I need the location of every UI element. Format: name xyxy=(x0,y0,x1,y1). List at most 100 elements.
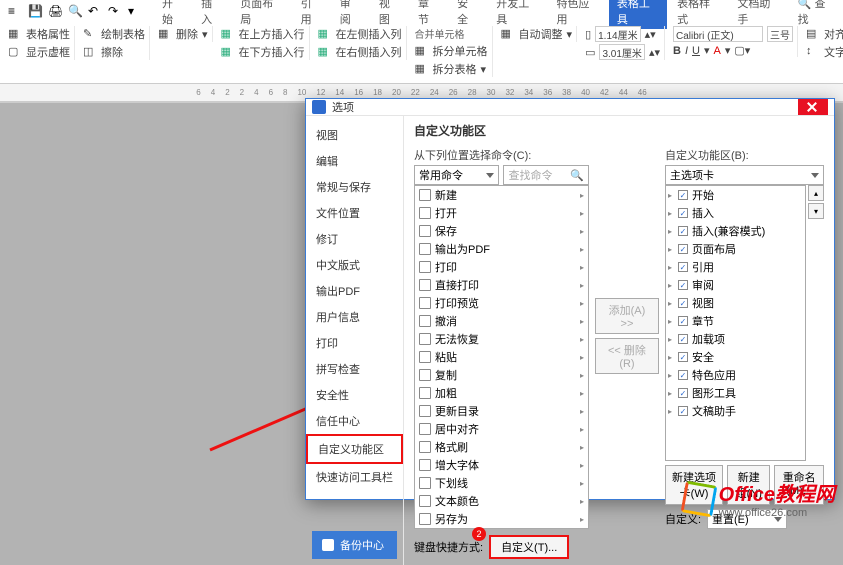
auto-fit[interactable]: ▦自动调整▾ xyxy=(501,26,573,42)
tree-item[interactable]: ✓引用 xyxy=(666,258,805,276)
nav-revise[interactable]: 修订 xyxy=(306,226,403,252)
command-item[interactable]: 下划线▸ xyxy=(415,474,588,492)
move-up-button[interactable]: ▴ xyxy=(808,185,824,201)
close-button[interactable] xyxy=(798,99,828,115)
insert-row-above[interactable]: ▦在上方插入行 xyxy=(221,26,305,42)
commands-list[interactable]: 新建▸打开▸保存▸输出为PDF▸打印▸直接打印▸打印预览▸撤消▸无法恢复▸粘贴▸… xyxy=(414,185,589,529)
print-icon[interactable]: 🖨 xyxy=(48,4,62,18)
tree-item[interactable]: ✓开始 xyxy=(666,186,805,204)
command-item[interactable]: 直接打印▸ xyxy=(415,276,588,294)
commands-category-select[interactable]: 常用命令 xyxy=(414,165,499,185)
size-select[interactable]: 三号 xyxy=(767,26,793,42)
checkbox[interactable]: ✓ xyxy=(678,244,688,254)
merge-cells[interactable]: 合并单元格 xyxy=(415,26,488,41)
underline-button[interactable]: U xyxy=(692,45,700,57)
show-gridlines[interactable]: ▢显示虚框 xyxy=(8,44,70,60)
checkbox[interactable]: ✓ xyxy=(678,208,688,218)
nav-customize-ribbon[interactable]: 自定义功能区 xyxy=(306,434,403,464)
command-item[interactable]: 加粗▸ xyxy=(415,384,588,402)
nav-cntype[interactable]: 中文版式 xyxy=(306,252,403,278)
command-item[interactable]: 保存▸ xyxy=(415,222,588,240)
command-item[interactable]: 居中对齐▸ xyxy=(415,420,588,438)
tree-item[interactable]: ✓图形工具 xyxy=(666,384,805,402)
checkbox[interactable]: ✓ xyxy=(678,226,688,236)
tab-chapter[interactable]: 章节 xyxy=(410,0,447,29)
preview-icon[interactable]: 🔍 xyxy=(68,4,82,18)
tree-item[interactable]: ✓安全 xyxy=(666,348,805,366)
backup-center[interactable]: 备份中心 xyxy=(312,531,397,559)
checkbox[interactable]: ✓ xyxy=(678,280,688,290)
command-item[interactable]: 输出为PDF▸ xyxy=(415,240,588,258)
move-down-button[interactable]: ▾ xyxy=(808,203,824,219)
col-width[interactable]: ▭ 3.01厘米 ▴▾ xyxy=(585,44,660,60)
command-item[interactable]: 另存为▸ xyxy=(415,510,588,528)
tree-item[interactable]: ✓加载项 xyxy=(666,330,805,348)
nav-outputpdf[interactable]: 输出PDF xyxy=(306,278,403,304)
split-table[interactable]: ▦拆分表格▾ xyxy=(415,61,488,77)
tree-item[interactable]: ✓插入(兼容模式) xyxy=(666,222,805,240)
bold-button[interactable]: B xyxy=(673,45,681,57)
nav-edit[interactable]: 编辑 xyxy=(306,148,403,174)
eraser[interactable]: ◫擦除 xyxy=(83,44,145,60)
tree-item[interactable]: ✓插入 xyxy=(666,204,805,222)
redo-icon[interactable]: ↷ xyxy=(108,4,122,18)
checkbox[interactable]: ✓ xyxy=(678,262,688,272)
nav-view[interactable]: 视图 xyxy=(306,122,403,148)
command-item[interactable]: 复制▸ xyxy=(415,366,588,384)
remove-button[interactable]: << 删除(R) xyxy=(595,338,659,374)
insert-row-below[interactable]: ▦在下方插入行 xyxy=(221,44,305,60)
command-item[interactable]: 打开▸ xyxy=(415,204,588,222)
tree-item[interactable]: ✓特色应用 xyxy=(666,366,805,384)
table-properties[interactable]: ▦表格属性 xyxy=(8,26,70,42)
checkbox[interactable]: ✓ xyxy=(678,388,688,398)
insert-col-right[interactable]: ▦在右侧插入列 xyxy=(318,44,402,60)
checkbox[interactable]: ✓ xyxy=(678,370,688,380)
tree-item[interactable]: ✓审阅 xyxy=(666,276,805,294)
add-button[interactable]: 添加(A) >> xyxy=(595,298,659,334)
delete-button[interactable]: ▦删除▾ xyxy=(158,26,208,42)
nav-filelocation[interactable]: 文件位置 xyxy=(306,200,403,226)
search-label[interactable]: 🔍 查找 xyxy=(790,0,843,29)
nav-spell[interactable]: 拼写检查 xyxy=(306,356,403,382)
tab-view[interactable]: 视图 xyxy=(371,0,408,29)
checkbox[interactable]: ✓ xyxy=(678,190,688,200)
checkbox[interactable]: ✓ xyxy=(678,406,688,416)
customize-shortcut-button[interactable]: 自定义(T)... xyxy=(489,535,569,559)
tab-helper[interactable]: 文档助手 xyxy=(729,0,787,29)
checkbox[interactable]: ✓ xyxy=(678,298,688,308)
tree-item[interactable]: ✓文稿助手 xyxy=(666,402,805,420)
nav-security[interactable]: 安全性 xyxy=(306,382,403,408)
split-cells[interactable]: ▦拆分单元格 xyxy=(415,43,488,59)
tab-special[interactable]: 特色应用 xyxy=(549,0,607,29)
checkbox[interactable]: ✓ xyxy=(678,334,688,344)
align-button[interactable]: ▤对齐方式▾ xyxy=(806,26,843,42)
command-item[interactable]: 打印▸ xyxy=(415,258,588,276)
tab-tablestyle[interactable]: 表格样式 xyxy=(669,0,727,29)
tree-item[interactable]: ✓视图 xyxy=(666,294,805,312)
command-item[interactable]: 粘贴▸ xyxy=(415,348,588,366)
command-item[interactable]: 文本颜色▸ xyxy=(415,492,588,510)
command-item[interactable]: 无法恢复▸ xyxy=(415,330,588,348)
insert-col-left[interactable]: ▦在左侧插入列 xyxy=(318,26,402,42)
highlight-button[interactable]: ▢▾ xyxy=(734,44,750,57)
tab-insert[interactable]: 插入 xyxy=(193,0,230,29)
nav-trust[interactable]: 信任中心 xyxy=(306,408,403,434)
font-select[interactable]: Calibri (正文) xyxy=(673,26,763,42)
draw-table[interactable]: ✎绘制表格 xyxy=(83,26,145,42)
ribbon-scope-select[interactable]: 主选项卡 xyxy=(665,165,824,185)
command-item[interactable]: 新建▸ xyxy=(415,186,588,204)
tab-pagelayout[interactable]: 页面布局 xyxy=(232,0,290,29)
tab-security[interactable]: 安全 xyxy=(449,0,486,29)
nav-print[interactable]: 打印 xyxy=(306,330,403,356)
tab-review[interactable]: 审阅 xyxy=(332,0,369,29)
command-item[interactable]: 更新目录▸ xyxy=(415,402,588,420)
tab-tabletools[interactable]: 表格工具 xyxy=(609,0,667,29)
save-icon[interactable]: 💾 xyxy=(28,4,42,18)
text-direction[interactable]: ↕文字方向▾ xyxy=(806,44,843,60)
command-item[interactable]: 增大字体▸ xyxy=(415,456,588,474)
checkbox[interactable]: ✓ xyxy=(678,316,688,326)
command-item[interactable]: 格式刷▸ xyxy=(415,438,588,456)
font-color-button[interactable]: A xyxy=(713,45,720,57)
italic-button[interactable]: I xyxy=(685,45,688,57)
row-height[interactable]: ▯ 1.14厘米 ▴▾ xyxy=(585,26,660,42)
